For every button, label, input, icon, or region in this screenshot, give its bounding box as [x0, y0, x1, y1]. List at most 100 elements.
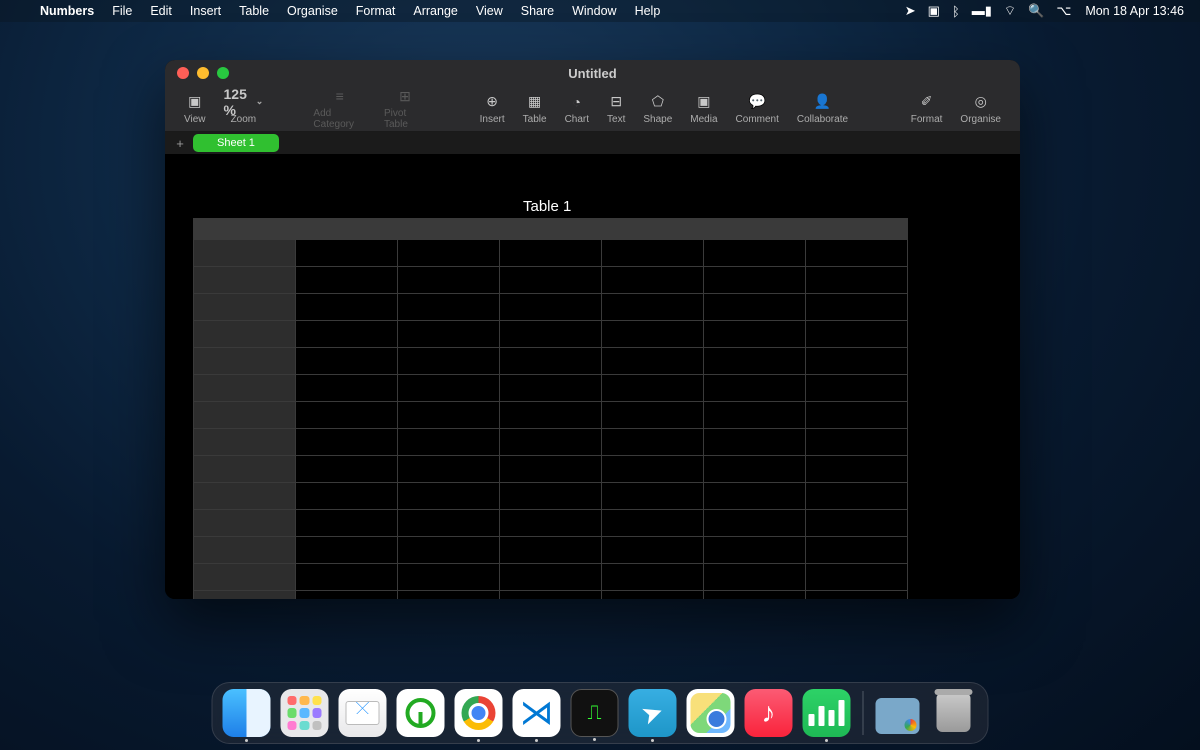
body-cell[interactable]: [398, 321, 500, 348]
spreadsheet-table[interactable]: [193, 218, 908, 599]
dock-maps[interactable]: [687, 689, 735, 737]
body-cell[interactable]: [806, 348, 908, 375]
body-cell[interactable]: [398, 402, 500, 429]
body-cell[interactable]: [602, 429, 704, 456]
window-titlebar[interactable]: Untitled: [165, 60, 1020, 86]
toolbar-text[interactable]: ⊟Text: [598, 93, 634, 125]
wifi-icon[interactable]: ⌔: [998, 3, 1022, 19]
body-cell[interactable]: [806, 294, 908, 321]
body-cell[interactable]: [398, 267, 500, 294]
body-cell[interactable]: [296, 294, 398, 321]
row-header-cell[interactable]: [194, 402, 296, 429]
body-cell[interactable]: [296, 402, 398, 429]
column-header-cell[interactable]: [296, 219, 398, 240]
row-header-cell[interactable]: [194, 348, 296, 375]
toolbar-media[interactable]: ▣Media: [681, 93, 726, 125]
body-cell[interactable]: [500, 456, 602, 483]
body-cell[interactable]: [704, 429, 806, 456]
toolbar-comment[interactable]: 💬Comment: [727, 93, 788, 125]
spotlight-icon[interactable]: 🔍: [1022, 3, 1050, 19]
toolbar-shape[interactable]: ⬠Shape: [634, 93, 681, 125]
column-header-cell[interactable]: [194, 219, 296, 240]
body-cell[interactable]: [704, 348, 806, 375]
body-cell[interactable]: [500, 591, 602, 600]
body-cell[interactable]: [602, 483, 704, 510]
toolbar-view[interactable]: ▣ View: [175, 93, 215, 125]
menu-format[interactable]: Format: [347, 4, 405, 18]
body-cell[interactable]: [398, 483, 500, 510]
body-cell[interactable]: [296, 321, 398, 348]
toolbar-table[interactable]: ▦Table: [514, 93, 556, 125]
dock-vscode[interactable]: ⋊: [513, 689, 561, 737]
body-cell[interactable]: [806, 240, 908, 267]
location-icon[interactable]: ➤: [899, 3, 922, 19]
body-cell[interactable]: [602, 321, 704, 348]
body-cell[interactable]: [398, 456, 500, 483]
row-header-cell[interactable]: [194, 510, 296, 537]
row-header-cell[interactable]: [194, 375, 296, 402]
body-cell[interactable]: [704, 321, 806, 348]
body-cell[interactable]: [806, 510, 908, 537]
body-cell[interactable]: [704, 375, 806, 402]
body-cell[interactable]: [500, 321, 602, 348]
row-header-cell[interactable]: [194, 294, 296, 321]
body-cell[interactable]: [500, 240, 602, 267]
dock-telegram[interactable]: ➤: [629, 689, 677, 737]
row-header-cell[interactable]: [194, 240, 296, 267]
body-cell[interactable]: [296, 591, 398, 600]
body-cell[interactable]: [806, 564, 908, 591]
body-cell[interactable]: [500, 429, 602, 456]
body-cell[interactable]: [398, 294, 500, 321]
column-header-cell[interactable]: [602, 219, 704, 240]
body-cell[interactable]: [602, 240, 704, 267]
menu-view[interactable]: View: [467, 4, 512, 18]
menu-window[interactable]: Window: [563, 4, 625, 18]
body-cell[interactable]: [602, 375, 704, 402]
control-center-icon[interactable]: ⌥: [1050, 3, 1077, 19]
body-cell[interactable]: [296, 267, 398, 294]
body-cell[interactable]: [398, 240, 500, 267]
spreadsheet-canvas[interactable]: Table 1: [165, 154, 1020, 599]
body-cell[interactable]: [500, 402, 602, 429]
body-cell[interactable]: [602, 591, 704, 600]
body-cell[interactable]: [398, 348, 500, 375]
body-cell[interactable]: [602, 564, 704, 591]
body-cell[interactable]: [500, 537, 602, 564]
body-cell[interactable]: [806, 321, 908, 348]
menu-help[interactable]: Help: [626, 4, 670, 18]
menubar-app-name[interactable]: Numbers: [31, 4, 103, 18]
menu-file[interactable]: File: [103, 4, 141, 18]
dock-activity-monitor[interactable]: ⎍: [571, 689, 619, 737]
row-header-cell[interactable]: [194, 483, 296, 510]
body-cell[interactable]: [806, 456, 908, 483]
sheet-tab-active[interactable]: Sheet 1: [193, 134, 279, 152]
body-cell[interactable]: [806, 483, 908, 510]
body-cell[interactable]: [296, 240, 398, 267]
body-cell[interactable]: [296, 456, 398, 483]
toolbar-zoom[interactable]: 125 %⌄ Zoom: [215, 93, 273, 125]
body-cell[interactable]: [296, 348, 398, 375]
body-cell[interactable]: [806, 402, 908, 429]
menu-organise[interactable]: Organise: [278, 4, 347, 18]
body-cell[interactable]: [500, 294, 602, 321]
menu-insert[interactable]: Insert: [181, 4, 230, 18]
dock-keepass[interactable]: [397, 689, 445, 737]
row-header-cell[interactable]: [194, 591, 296, 600]
body-cell[interactable]: [704, 240, 806, 267]
menu-share[interactable]: Share: [512, 4, 563, 18]
column-header-cell[interactable]: [500, 219, 602, 240]
body-cell[interactable]: [296, 510, 398, 537]
body-cell[interactable]: [806, 591, 908, 600]
body-cell[interactable]: [704, 402, 806, 429]
body-cell[interactable]: [398, 537, 500, 564]
menu-arrange[interactable]: Arrange: [404, 4, 466, 18]
menu-table[interactable]: Table: [230, 4, 278, 18]
body-cell[interactable]: [704, 483, 806, 510]
body-cell[interactable]: [398, 564, 500, 591]
row-header-cell[interactable]: [194, 537, 296, 564]
dock-finder[interactable]: [223, 689, 271, 737]
body-cell[interactable]: [602, 294, 704, 321]
dock-downloads-folder[interactable]: [876, 698, 920, 734]
body-cell[interactable]: [296, 429, 398, 456]
add-sheet-button[interactable]: +: [171, 136, 189, 151]
